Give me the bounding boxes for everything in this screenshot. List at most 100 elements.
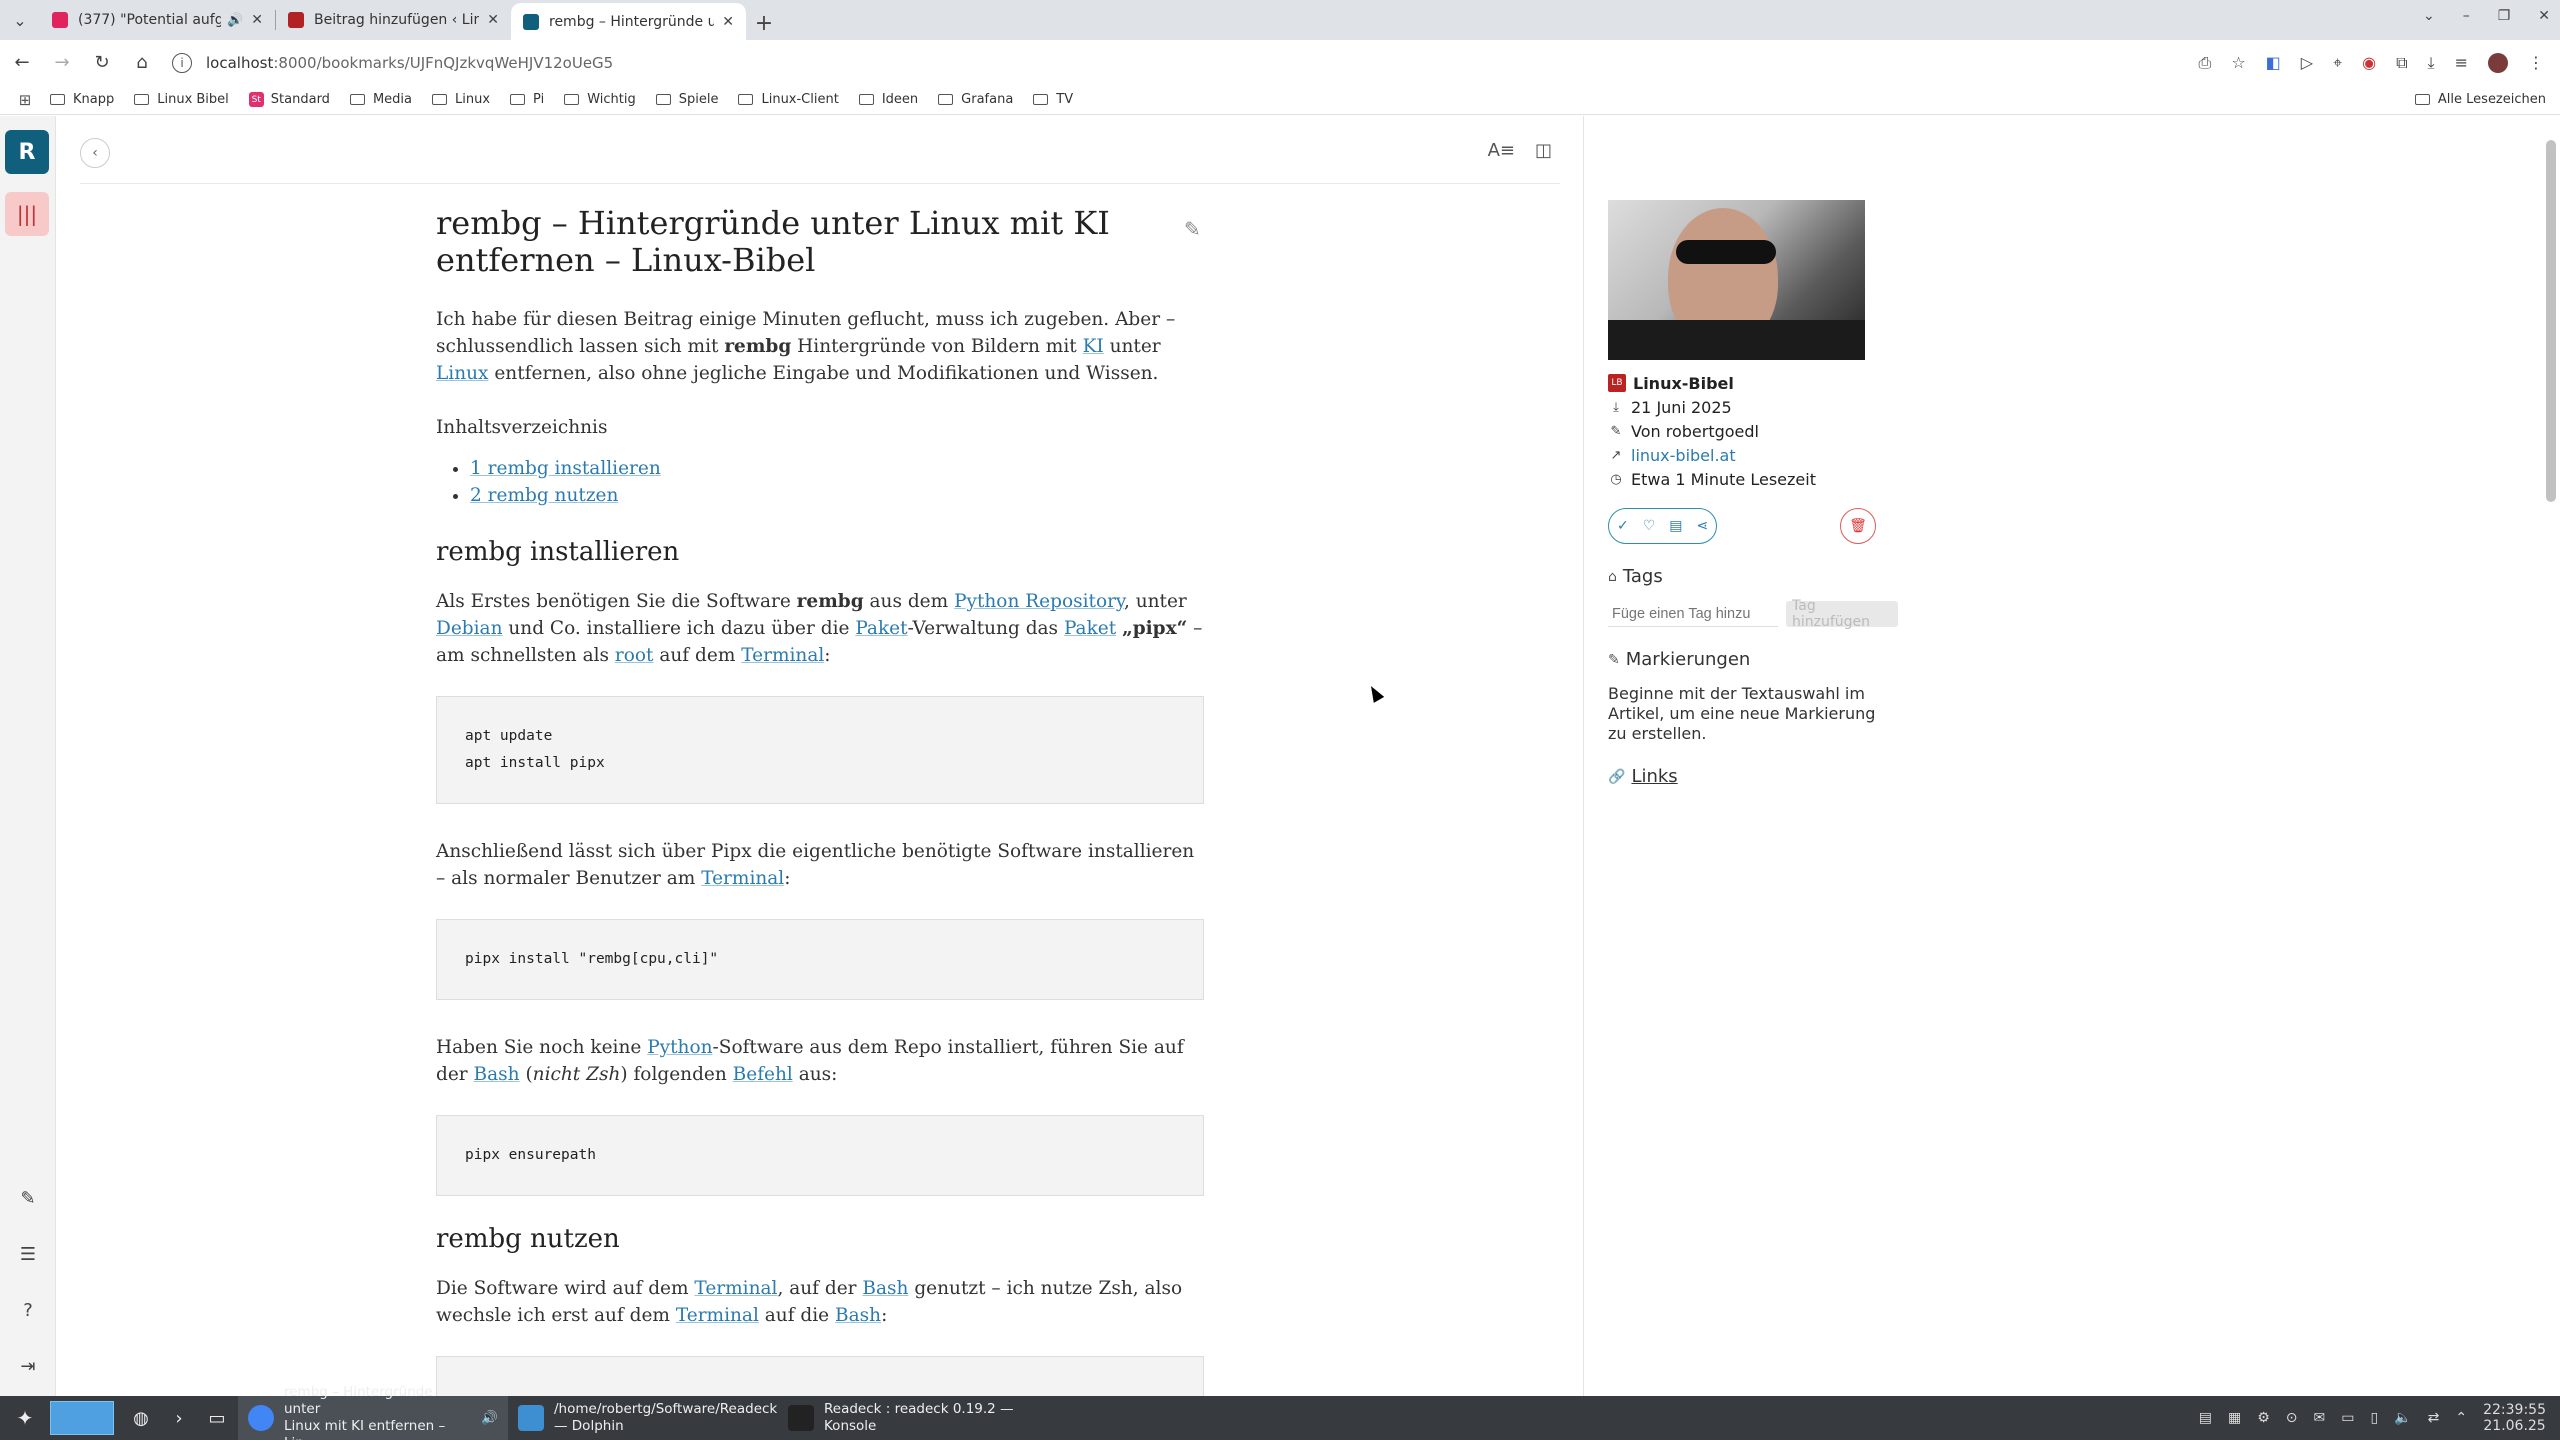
chrome-launcher-icon[interactable]: ◍ (124, 1401, 158, 1435)
notes-icon[interactable]: ▦ (2228, 1410, 2241, 1426)
link-terminal[interactable]: Terminal (701, 868, 784, 889)
minimize-icon[interactable]: – (2463, 8, 2470, 24)
link-terminal[interactable]: Terminal (694, 1278, 777, 1299)
back-chevron-icon[interactable]: ‹ (80, 138, 110, 168)
all-bookmarks[interactable]: Alle Lesezeichen (2414, 92, 2546, 107)
download-indicator-icon[interactable]: ⌄ (2423, 8, 2435, 24)
link-paket[interactable]: Paket (855, 618, 907, 639)
link-linux[interactable]: Linux (436, 363, 488, 384)
share-icon[interactable]: ⋖ (1697, 518, 1709, 534)
tab-rembg-active[interactable]: rembg – Hintergründe unte ✕ (511, 3, 746, 40)
site-link[interactable]: linux-bibel.at (1631, 446, 1736, 465)
updates-icon[interactable]: ⊙ (2286, 1410, 2298, 1426)
page-scrollbar[interactable] (2546, 140, 2556, 502)
logout-icon[interactable]: ⇥ (0, 1356, 56, 1377)
maximize-icon[interactable]: ❐ (2498, 8, 2511, 24)
link-bash[interactable]: Bash (835, 1305, 881, 1326)
clock[interactable]: 22:39:55 21.06.25 (2483, 1402, 2546, 1434)
mark-read-check-icon[interactable]: ✓ (1617, 518, 1629, 534)
extension-icon[interactable]: ◉ (2362, 53, 2376, 72)
translate-extension-icon[interactable]: ◧ (2266, 53, 2281, 72)
storage-icon[interactable]: ▭ (2341, 1410, 2354, 1426)
tab-beitrag[interactable]: Beitrag hinzufügen ‹ Linux ✕ (276, 3, 511, 37)
bookmark-folder[interactable]: Spiele (655, 92, 718, 107)
network-icon[interactable]: ⇄ (2428, 1410, 2440, 1426)
tag-input[interactable] (1608, 601, 1778, 627)
link-ki[interactable]: KI (1083, 336, 1104, 357)
downloads-icon[interactable]: ⤓ (2428, 53, 2435, 73)
bookmark-folder[interactable]: Ideen (858, 92, 918, 107)
toc-link-install[interactable]: 1 rembg installieren (470, 458, 661, 479)
volume-icon[interactable]: 🔈 (2394, 1410, 2411, 1426)
menu-kebab-icon[interactable]: ⋮ (2528, 53, 2544, 72)
link-root[interactable]: root (615, 645, 654, 666)
bookmark-folder[interactable]: Knapp (50, 92, 114, 107)
install-app-icon[interactable]: ⎙ (2199, 53, 2212, 73)
speaker-icon[interactable]: 🔊 (227, 13, 243, 28)
bookmark-folder[interactable]: Media (349, 92, 412, 107)
media-controls-icon[interactable]: ≡ (2455, 53, 2468, 72)
konsole-launcher-icon[interactable]: › (162, 1401, 196, 1435)
favorite-heart-icon[interactable]: ♡ (1643, 518, 1656, 534)
back-arrow-icon[interactable]: ← (4, 45, 40, 81)
links-toggle[interactable]: Links (1631, 766, 1677, 787)
extensions-puzzle-icon[interactable]: ⧉ (2396, 53, 2407, 73)
dolphin-launcher-icon[interactable]: ▭ (200, 1401, 234, 1435)
task-konsole[interactable]: Readeck : readeck 0.19.2 — Konsole (778, 1396, 1048, 1440)
typography-settings-icon[interactable]: A≡ (1488, 140, 1515, 161)
link-terminal[interactable]: Terminal (741, 645, 824, 666)
close-window-icon[interactable]: ✕ (2538, 8, 2550, 24)
new-tab-plus-icon[interactable]: + (746, 6, 782, 40)
clipboard-icon[interactable]: ▤ (2199, 1410, 2212, 1426)
task-chrome[interactable]: rembg – Hintergründe unter Linux mit KI e… (238, 1384, 508, 1440)
profile-avatar[interactable] (2488, 52, 2508, 73)
link-paket[interactable]: Paket (1064, 618, 1116, 639)
link-befehl[interactable]: Befehl (733, 1064, 793, 1085)
extension-icon[interactable]: ⌖ (2333, 53, 2342, 73)
virtual-desktop-pager[interactable] (50, 1401, 114, 1435)
close-tab-icon[interactable]: ✕ (251, 12, 263, 28)
task-audio-icon[interactable]: 🔊 (481, 1410, 498, 1427)
tab-search-chevron-icon[interactable]: ⌄ (0, 0, 40, 40)
readeck-logo-icon[interactable]: R (5, 130, 49, 174)
link-python[interactable]: Python (647, 1037, 712, 1058)
link-debian[interactable]: Debian (436, 618, 502, 639)
link-python-repository[interactable]: Python Repository (954, 591, 1124, 612)
bookmark-folder[interactable]: Pi (510, 92, 544, 107)
bookmark-folder[interactable]: Linux (432, 92, 490, 107)
toc-link-use[interactable]: 2 rembg nutzen (470, 485, 618, 506)
extension-icon[interactable]: ▷ (2301, 53, 2313, 72)
apps-grid-icon[interactable]: ⊞ (0, 91, 50, 109)
edit-title-pencil-icon[interactable]: ✎ (1184, 211, 1201, 248)
help-icon[interactable]: ? (0, 1300, 56, 1321)
magic-wand-icon[interactable]: ✎ (0, 1188, 56, 1209)
bookmarks-library-icon[interactable]: ||| (5, 192, 49, 236)
settings-sliders-icon[interactable]: ☰ (0, 1244, 56, 1265)
bookmark-folder[interactable]: Linux-Client (738, 92, 839, 107)
bookmark-folder[interactable]: Wichtig (564, 92, 636, 107)
delete-trash-icon[interactable]: 🗑 (1840, 508, 1876, 544)
site-info-icon[interactable]: i (172, 52, 192, 73)
add-tag-button[interactable]: Tag hinzufügen (1786, 598, 1898, 630)
tab-youtube[interactable]: (377) "Potential aufgeb 🔊 ✕ (40, 3, 275, 37)
forward-arrow-icon[interactable]: → (44, 45, 80, 81)
home-icon[interactable]: ⌂ (124, 45, 160, 81)
address-bar[interactable]: i localhost:8000/bookmarks/UJFnQJzkvqWeH… (172, 46, 2192, 80)
toggle-sidebar-icon[interactable]: ◫ (1535, 140, 1552, 161)
reload-icon[interactable]: ↻ (84, 45, 120, 81)
tray-expand-icon[interactable]: ⌃ (2455, 1410, 2467, 1426)
bookmark-star-icon[interactable]: ☆ (2231, 53, 2245, 72)
link-bash[interactable]: Bash (862, 1278, 908, 1299)
link-bash[interactable]: Bash (474, 1064, 520, 1085)
close-tab-icon[interactable]: ✕ (487, 12, 499, 28)
task-dolphin[interactable]: /home/robertg/Software/Readeck — Dolphin (508, 1396, 778, 1440)
bookmark-folder[interactable]: TV (1033, 92, 1073, 107)
device-icon[interactable]: ▯ (2370, 1410, 2378, 1426)
link-terminal[interactable]: Terminal (676, 1305, 759, 1326)
bookmark-folder[interactable]: Linux Bibel (134, 92, 229, 107)
archive-icon[interactable]: ▤ (1669, 518, 1682, 534)
bookmark-link[interactable]: St Standard (248, 92, 330, 107)
bookmark-folder[interactable]: Grafana (938, 92, 1013, 107)
mail-icon[interactable]: ✉ (2314, 1410, 2326, 1426)
app-launcher-icon[interactable]: ✦ (0, 1406, 50, 1430)
